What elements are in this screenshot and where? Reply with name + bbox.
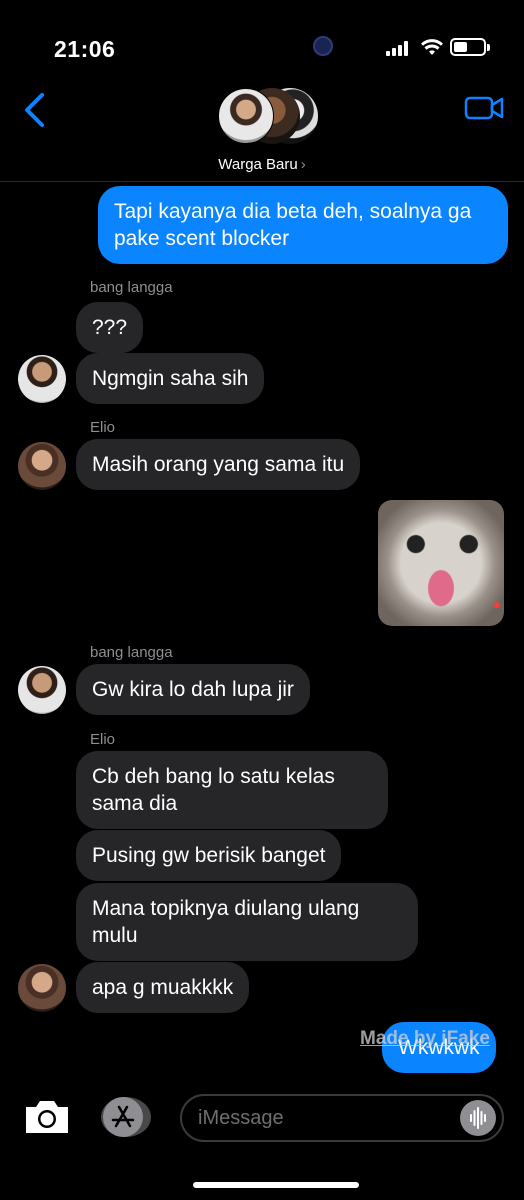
group-name-button[interactable]: Warga Baru › bbox=[0, 156, 524, 173]
app-store-icon bbox=[101, 1097, 151, 1137]
app-store-button[interactable] bbox=[100, 1096, 152, 1138]
audio-message-button[interactable] bbox=[460, 1100, 496, 1136]
incoming-message-bubble[interactable]: Pusing gw berisik banget bbox=[76, 830, 342, 881]
watermark: Made by iFake bbox=[360, 1028, 490, 1049]
back-chevron-icon[interactable] bbox=[20, 92, 50, 128]
avatar[interactable] bbox=[18, 442, 66, 490]
incoming-message-bubble[interactable]: Mana topiknya diulang ulang mulu bbox=[76, 883, 418, 961]
heart-icon bbox=[494, 602, 500, 608]
cellular-signal-icon bbox=[386, 41, 412, 56]
camera-icon[interactable] bbox=[22, 1097, 72, 1137]
group-avatar[interactable] bbox=[218, 86, 318, 148]
status-bar: 21:06 bbox=[0, 0, 524, 80]
video-call-icon[interactable] bbox=[464, 94, 504, 122]
chevron-right-icon: › bbox=[300, 156, 306, 173]
outgoing-message-bubble[interactable]: Tapi kayanya dia beta deh, soalnya ga pa… bbox=[98, 186, 508, 264]
member-avatar bbox=[218, 88, 274, 144]
sender-name: bang langga bbox=[90, 644, 173, 661]
message-input-container bbox=[180, 1094, 504, 1142]
avatar[interactable] bbox=[18, 355, 66, 403]
sender-name: bang langga bbox=[90, 279, 173, 296]
home-indicator[interactable] bbox=[193, 1182, 359, 1188]
wifi-icon bbox=[421, 39, 443, 55]
message-input[interactable] bbox=[198, 1104, 458, 1132]
cat-sticker-image[interactable] bbox=[378, 500, 504, 626]
incoming-message-bubble[interactable]: apa g muakkkk bbox=[76, 962, 250, 1013]
avatar[interactable] bbox=[18, 964, 66, 1012]
incoming-message-bubble[interactable]: Ngmgin saha sih bbox=[76, 353, 265, 404]
incoming-message-bubble[interactable]: Cb deh bang lo satu kelas sama dia bbox=[76, 751, 388, 829]
avatar[interactable] bbox=[18, 666, 66, 714]
sender-name: Elio bbox=[90, 731, 116, 748]
battery-icon bbox=[450, 38, 490, 56]
waveform-icon bbox=[470, 1107, 486, 1129]
conversation-header: Warga Baru › bbox=[0, 80, 524, 182]
group-name: Warga Baru bbox=[218, 156, 298, 173]
incoming-message-bubble[interactable]: Masih orang yang sama itu bbox=[76, 439, 361, 490]
incoming-message-bubble[interactable]: ??? bbox=[76, 302, 144, 353]
incoming-message-bubble[interactable]: Gw kira lo dah lupa jir bbox=[76, 664, 310, 715]
focus-indicator-icon bbox=[313, 36, 333, 56]
sender-name: Elio bbox=[90, 419, 116, 436]
status-time: 21:06 bbox=[54, 36, 116, 62]
